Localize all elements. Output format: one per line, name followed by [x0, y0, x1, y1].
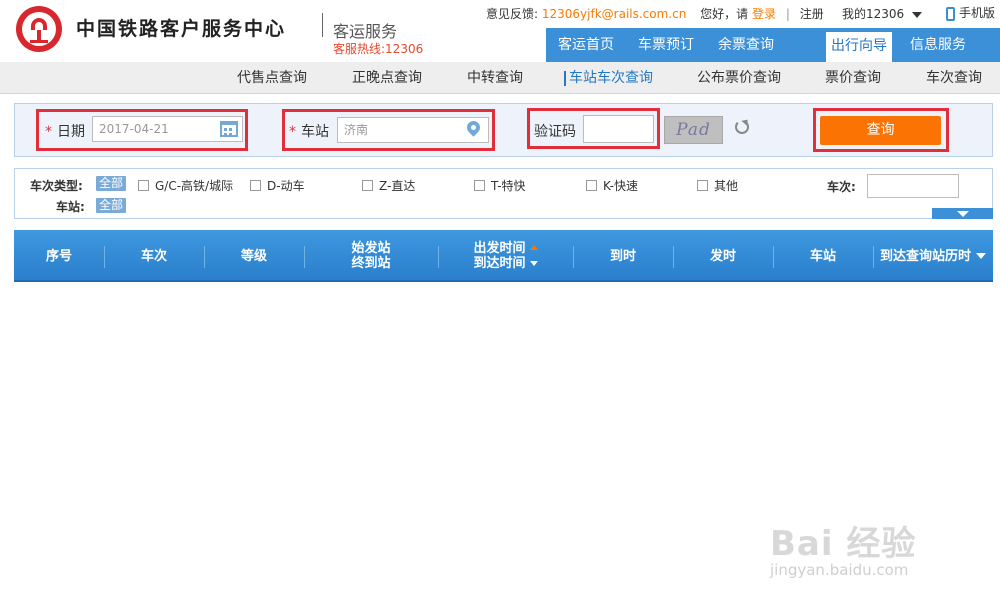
feedback-label: 意见反馈:	[486, 7, 539, 21]
train-type-label: 车次类型:	[30, 179, 83, 193]
feedback-email-link[interactable]: 12306yjfk@rails.com.cn	[542, 7, 686, 21]
register-link[interactable]: 注册	[800, 7, 824, 21]
filter-d-emu[interactable]: D-动车	[250, 177, 305, 194]
my12306-label: 我的12306	[842, 7, 905, 21]
refresh-icon[interactable]	[735, 120, 749, 134]
sort-up-icon	[529, 245, 538, 250]
subnav-item-train-query[interactable]: 车次查询	[926, 62, 982, 94]
nav-item-home[interactable]: 客运首页	[546, 28, 626, 62]
filter-z-direct[interactable]: Z-直达	[362, 177, 415, 194]
filter-gc-high-speed[interactable]: G/C-高铁/城际	[138, 177, 233, 194]
subnav-item-delay-query[interactable]: 正晚点查询	[352, 62, 422, 94]
nav-item-info-service[interactable]: 信息服务	[898, 28, 978, 62]
hotline-text: 客服热线:12306	[333, 42, 424, 56]
baidu-jingyan-watermark: Bai 经验 jingyan.baidu.com	[770, 516, 916, 579]
subnav-item-transfer-query[interactable]: 中转查询	[467, 62, 523, 94]
col-terminal: 终到站	[351, 256, 391, 271]
results-table-header: 序号 车次 等级 始发站 终到站 出发时间 到达时间 到时 发时 车站 到达查询…	[14, 230, 993, 282]
brand-divider	[322, 13, 323, 37]
col-depart-arrive-time: 出发时间 到达时间	[438, 230, 573, 282]
main-nav: 客运首页 车票预订 余票查询 出行向导 信息服务	[546, 28, 1000, 62]
calendar-icon[interactable]	[220, 121, 238, 137]
filter-k-fast[interactable]: K-快速	[586, 177, 638, 194]
login-link[interactable]: 登录	[752, 7, 776, 21]
nav-item-travel-guide[interactable]: 出行向导	[826, 32, 892, 62]
captcha-image[interactable]: Pad	[664, 116, 723, 144]
subnav-item-station-train-query[interactable]: 车站车次查询	[564, 62, 653, 94]
subnav-item-agency-query[interactable]: 代售点查询	[237, 62, 307, 94]
china-railway-logo-icon[interactable]	[14, 4, 64, 54]
col-arrival: 到时	[609, 248, 636, 264]
checkbox[interactable]	[697, 180, 708, 191]
my12306-dropdown[interactable]: 我的12306	[842, 5, 923, 22]
mobile-label: 手机版	[959, 6, 996, 20]
separator: |	[785, 7, 790, 21]
query-button[interactable]: 查询	[820, 116, 941, 145]
captcha-label: 验证码	[534, 124, 576, 140]
col-depart-time-sort[interactable]: 出发时间	[473, 241, 538, 256]
nav-item-booking[interactable]: 车票预订	[626, 28, 706, 62]
sub-nav: 代售点查询 正晚点查询 中转查询 车站车次查询 公布票价查询 票价查询 车次查询	[0, 62, 1000, 94]
station-all-badge[interactable]: 全部	[96, 198, 127, 213]
col-departure: 发时	[709, 248, 736, 264]
train-type-all-badge[interactable]: 全部	[96, 176, 127, 191]
brand-subtitle: 客运服务	[333, 22, 398, 41]
subnav-item-published-fare-query[interactable]: 公布票价查询	[697, 62, 781, 94]
subnav-item-fare-query[interactable]: 票价查询	[825, 62, 881, 94]
required-star: *	[45, 124, 52, 140]
brand-title: 中国铁路客户服务中心	[76, 18, 287, 40]
checkbox[interactable]	[586, 180, 597, 191]
sort-down-icon	[529, 261, 538, 266]
watermark-url-text: jingyan.baidu.com	[770, 561, 909, 579]
checkbox[interactable]	[138, 180, 149, 191]
col-station: 车站	[809, 248, 836, 264]
required-star: *	[289, 124, 296, 140]
station-label: * 车站	[289, 124, 329, 140]
watermark-main-text: Bai 经验	[770, 524, 917, 564]
captcha-input[interactable]	[583, 115, 654, 143]
expand-filters-toggle[interactable]	[932, 208, 993, 219]
date-label: * 日期	[45, 124, 85, 140]
mobile-version-link[interactable]: 手机版	[946, 4, 995, 21]
col-grade: 等级	[240, 248, 267, 264]
col-arrive-time-sort[interactable]: 到达时间	[473, 256, 538, 271]
filter-other[interactable]: 其他	[697, 177, 738, 194]
filter-station-label: 车站:	[56, 200, 85, 214]
station-input[interactable]: 济南	[337, 117, 489, 143]
greeting-text: 您好，请	[700, 7, 749, 21]
col-duration-sort[interactable]: 到达查询站历时	[873, 230, 993, 282]
checkbox[interactable]	[362, 180, 373, 191]
checkbox[interactable]	[250, 180, 261, 191]
checkbox[interactable]	[474, 180, 485, 191]
site-header: 中国铁路客户服务中心 客运服务 客服热线:12306 意见反馈: 12306yj…	[0, 0, 1000, 62]
col-origin-terminal: 始发站 终到站	[304, 230, 438, 282]
train-number-input[interactable]	[867, 174, 959, 198]
chevron-down-icon	[912, 11, 923, 18]
filter-t-express[interactable]: T-特快	[474, 177, 526, 194]
col-train-no: 车次	[140, 248, 167, 264]
chevron-down-icon	[976, 253, 986, 259]
nav-item-remaining-tickets[interactable]: 余票查询	[706, 28, 786, 62]
phone-icon	[946, 6, 955, 21]
col-origin: 始发站	[351, 241, 391, 256]
train-number-label: 车次:	[827, 180, 856, 194]
col-index: 序号	[45, 248, 72, 264]
top-links: 意见反馈: 12306yjfk@rails.com.cn 您好，请 登录 | 注…	[486, 5, 824, 22]
